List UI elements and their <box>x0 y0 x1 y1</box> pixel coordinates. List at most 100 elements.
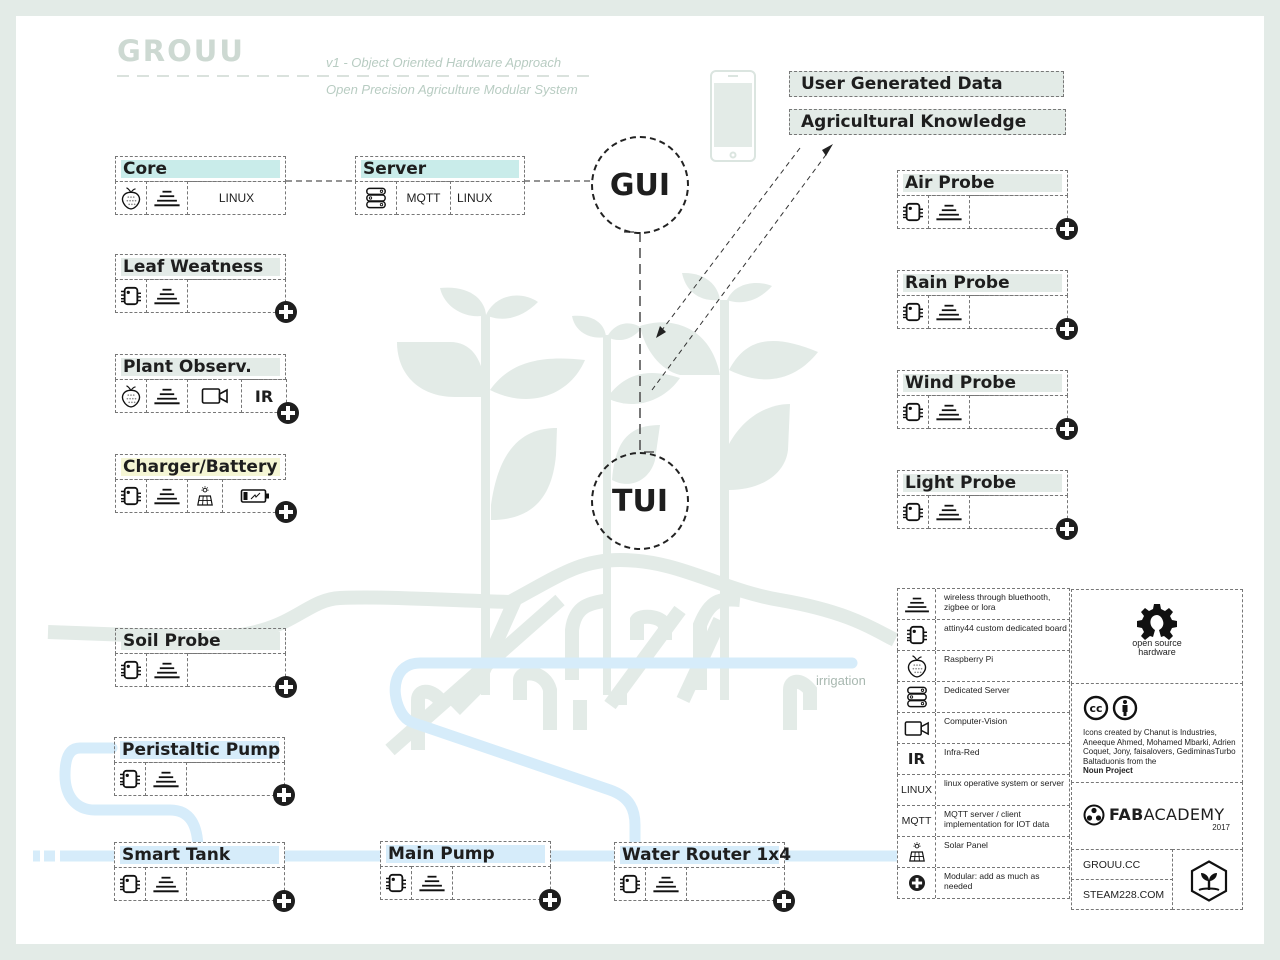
camera-icon <box>898 713 936 743</box>
legend-row-server: Dedicated Server <box>897 681 1070 713</box>
legend-row-camera: Computer-Vision <box>897 712 1070 744</box>
add-module-plus-icon[interactable] <box>273 890 295 912</box>
attiny-board-icon <box>115 479 147 513</box>
legend-text: MQTT server / client implementation for … <box>944 809 1050 829</box>
wireless-icon <box>928 195 970 229</box>
empty-slot <box>686 867 785 901</box>
gui-node[interactable]: GUI <box>591 136 689 234</box>
module-title-bar: Core <box>115 156 286 182</box>
empty-slot <box>187 279 286 313</box>
steam228-link[interactable]: STEAM228.COM <box>1083 889 1164 901</box>
add-module-plus-icon[interactable] <box>275 301 297 323</box>
module-title: Wind Probe <box>905 373 1016 393</box>
module-features <box>115 653 286 687</box>
legend-row-raspberry-pi: Raspberry Pi <box>897 650 1070 682</box>
add-module-plus-icon[interactable] <box>273 784 295 806</box>
module-title: Main Pump <box>388 844 495 864</box>
raspberry-pi-icon <box>115 181 147 215</box>
fab-academy-logo-icon <box>1083 804 1105 826</box>
wireless-icon <box>411 866 453 900</box>
wireless-icon <box>928 495 970 529</box>
ir-tag: IR <box>898 744 936 774</box>
module-features <box>114 762 285 796</box>
wireless-icon <box>146 279 188 313</box>
grouu-link-box[interactable]: GROUU.CC <box>1071 849 1173 880</box>
module-title: Plant Observ. <box>123 357 252 377</box>
attiny-board-icon <box>897 495 929 529</box>
legend-text: wireless through bluethooth, zigbee or l… <box>944 592 1051 612</box>
grouu-hex-seedling-icon <box>1190 860 1228 902</box>
module-title: Air Probe <box>905 173 995 193</box>
empty-slot <box>969 295 1068 329</box>
grouu-hex-logo-box <box>1172 849 1243 910</box>
add-module-plus-icon[interactable] <box>1056 318 1078 340</box>
raspberry-pi-icon <box>898 651 936 681</box>
tui-node[interactable]: TUI <box>591 452 689 550</box>
arrow-head-up <box>822 144 833 156</box>
wireless-icon <box>146 379 188 413</box>
legend-text: Solar Panel <box>944 840 988 850</box>
agricultural-knowledge-box[interactable]: Agricultural Knowledge <box>789 109 1066 135</box>
add-module-plus-icon[interactable] <box>275 676 297 698</box>
attiny-board-icon <box>114 762 146 796</box>
attiny-board-icon <box>614 867 646 901</box>
connection-lines <box>286 180 656 453</box>
agricultural-knowledge-label: Agricultural Knowledge <box>801 112 1027 132</box>
wireless-icon <box>928 295 970 329</box>
add-module-plus-icon[interactable] <box>773 890 795 912</box>
legend-text: Infra-Red <box>944 747 980 757</box>
solar-panel-icon <box>187 479 223 513</box>
wireless-icon <box>146 479 188 513</box>
module-title-bar: Smart Tank <box>114 842 285 868</box>
add-module-plus-icon[interactable] <box>539 889 561 911</box>
icons-credit-text: Icons created by Chanut is Industries, A… <box>1083 728 1238 776</box>
add-module-plus-icon[interactable] <box>1056 218 1078 240</box>
open-source-hardware-box: open source hardware <box>1071 589 1243 684</box>
module-title-bar: Plant Observ. <box>115 354 286 380</box>
attiny-board-icon <box>115 653 147 687</box>
module-title-bar: Soil Probe <box>115 628 286 654</box>
legend-row-ir: IR Infra-Red <box>897 743 1070 775</box>
osh-line-2: hardware <box>1138 647 1176 657</box>
osh-label: open source hardware <box>1072 639 1242 657</box>
module-title-bar: Leaf Weatness <box>115 254 286 280</box>
fab-year: 2017 <box>1212 823 1230 832</box>
add-module-plus-icon[interactable] <box>275 501 297 523</box>
add-module-plus-icon[interactable] <box>277 402 299 424</box>
steam228-link-box[interactable]: STEAM228.COM <box>1071 879 1173 910</box>
module-title: Core <box>123 159 168 179</box>
wireless-icon <box>928 395 970 429</box>
legend-row-linux: LINUX linux operative system or server <box>897 774 1070 806</box>
camera-icon <box>187 379 242 413</box>
legend-row-mqtt: MQTT MQTT server / client implementation… <box>897 805 1070 837</box>
add-module-plus-icon[interactable] <box>1056 518 1078 540</box>
user-generated-data-box[interactable]: User Generated Data <box>789 71 1064 97</box>
module-title: Soil Probe <box>123 631 221 651</box>
legend-text: linux operative system or server <box>944 778 1064 788</box>
module-features: MQTT LINUX <box>355 181 525 215</box>
attiny-board-icon <box>897 395 929 429</box>
legend-row-solar: Solar Panel <box>897 836 1070 868</box>
credits-box: cc Icons created by Chanut is Industries… <box>1071 683 1243 783</box>
linux-tag: LINUX <box>450 181 525 215</box>
legend-text: Dedicated Server <box>944 685 1010 695</box>
add-module-plus-icon[interactable] <box>1056 418 1078 440</box>
module-title: Smart Tank <box>122 845 231 865</box>
module-title-bar: Rain Probe <box>897 270 1068 296</box>
wireless-icon <box>898 589 936 619</box>
gui-label: GUI <box>609 167 671 203</box>
attiny-board-icon <box>115 279 147 313</box>
solar-panel-icon <box>898 837 936 867</box>
noun-project-link[interactable]: Noun Project <box>1083 766 1238 776</box>
module-title: Rain Probe <box>905 273 1010 293</box>
linux-tag: LINUX <box>898 775 936 805</box>
module-features <box>897 195 1068 229</box>
module-title-bar: Server <box>355 156 525 182</box>
grouu-link[interactable]: GROUU.CC <box>1083 859 1140 871</box>
attiny-board-icon <box>898 620 936 650</box>
empty-slot <box>969 395 1068 429</box>
legend-text: Raspberry Pi <box>944 654 994 664</box>
user-generated-data-label: User Generated Data <box>801 74 1003 94</box>
module-title: Leaf Weatness <box>123 257 264 277</box>
legend-text: attiny44 custom dedicated board <box>944 623 1067 633</box>
